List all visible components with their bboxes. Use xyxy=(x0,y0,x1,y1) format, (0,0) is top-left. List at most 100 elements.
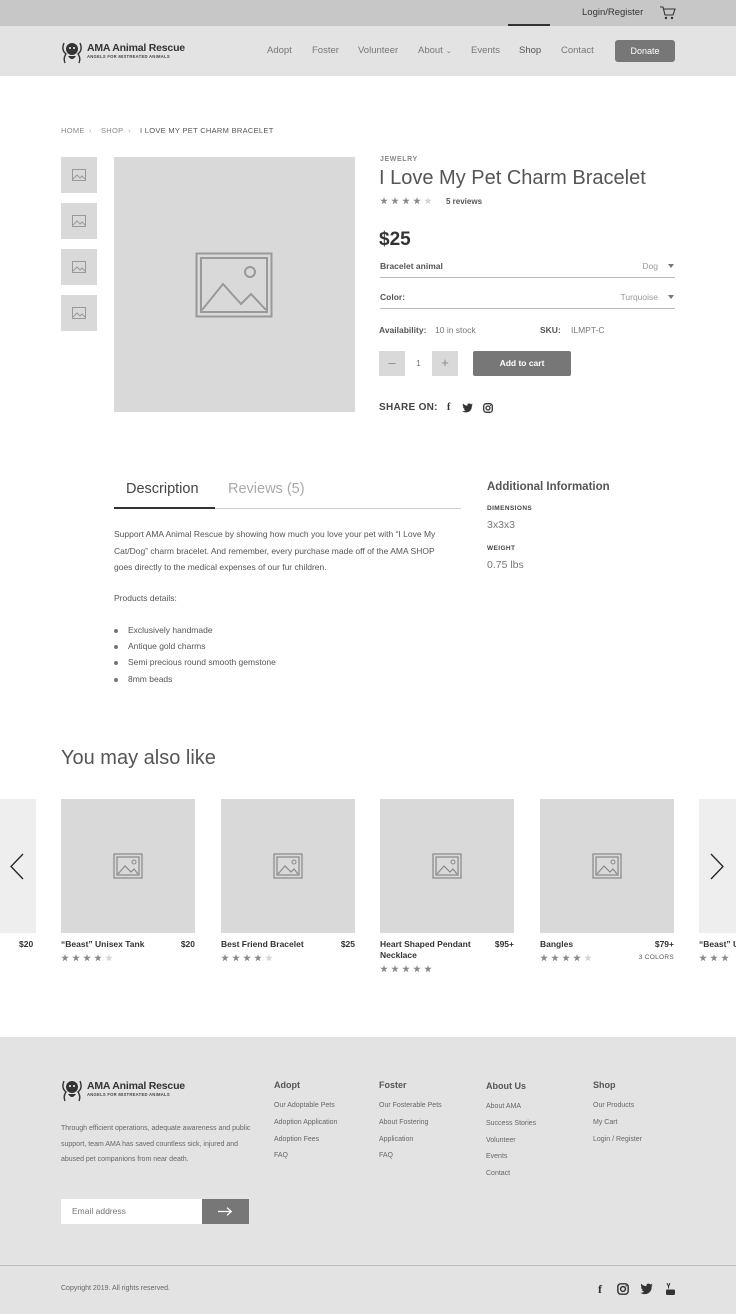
footer-link[interactable]: Our Fosterable Pets xyxy=(379,1102,442,1109)
subscribe-button[interactable] xyxy=(202,1199,249,1224)
minus-icon[interactable]: – xyxy=(379,351,405,376)
product-title: I Love My Pet Charm Bracelet xyxy=(379,167,646,189)
availability-label: Availability: xyxy=(379,325,427,335)
footer-column-heading: Adopt xyxy=(274,1080,300,1090)
instagram-icon[interactable] xyxy=(617,1283,629,1295)
email-field[interactable] xyxy=(61,1199,203,1224)
nav-shop[interactable]: Shop xyxy=(519,45,541,56)
reviews-link[interactable]: 5 reviews xyxy=(446,197,482,206)
brand-name: AMA Animal Rescue xyxy=(87,1079,185,1092)
breadcrumb-home[interactable]: HOME xyxy=(61,126,85,135)
product-thumbnail[interactable] xyxy=(61,203,97,239)
footer-link[interactable]: Volunteer xyxy=(486,1137,516,1144)
related-product-image[interactable] xyxy=(380,799,514,933)
tab-active-indicator xyxy=(114,507,215,509)
list-item: Antique gold charms xyxy=(114,641,206,651)
weight-value: 0.75 lbs xyxy=(487,559,524,571)
footer-link[interactable]: Success Stories xyxy=(486,1120,536,1127)
image-placeholder-icon xyxy=(72,215,86,227)
product-main-image[interactable] xyxy=(114,157,355,412)
star-icon xyxy=(232,954,240,962)
footer-link[interactable]: My Cart xyxy=(593,1119,618,1126)
footer-link[interactable]: Our Adoptable Pets xyxy=(274,1102,335,1109)
product-thumbnail[interactable] xyxy=(61,295,97,331)
star-icon xyxy=(72,954,80,962)
brand-logo[interactable]: AMA Animal Rescue ANGELS FOR MISTREATED … xyxy=(61,38,185,64)
footer-link[interactable]: Adoption Fees xyxy=(274,1136,319,1143)
nav-events[interactable]: Events xyxy=(471,45,500,56)
list-item-text: Antique gold charms xyxy=(128,641,206,651)
star-icon xyxy=(402,197,410,205)
product-price: $95+ xyxy=(494,939,514,949)
footer-link[interactable]: Events xyxy=(486,1153,507,1160)
star-icon xyxy=(254,954,262,962)
caret-down-icon xyxy=(668,295,674,299)
nav-about[interactable]: About ⌄ xyxy=(418,45,452,56)
footer-link[interactable]: FAQ xyxy=(274,1152,288,1159)
nav-foster[interactable]: Foster xyxy=(312,45,339,56)
top-bar: Login/Register xyxy=(0,0,736,26)
bracelet-animal-select[interactable]: Bracelet animal Dog xyxy=(380,258,675,278)
breadcrumb-shop[interactable]: SHOP xyxy=(101,126,123,135)
add-to-cart-button[interactable]: Add to cart xyxy=(473,351,571,376)
nav-volunteer[interactable]: Volunteer xyxy=(358,45,398,56)
product-name: “Beast” U xyxy=(699,939,736,949)
nav-contact[interactable]: Contact xyxy=(561,45,594,56)
footer-link[interactable]: Our Products xyxy=(593,1102,634,1109)
product-thumbnail[interactable] xyxy=(61,249,97,285)
footer-brand-logo[interactable]: AMA Animal Rescue ANGELS FOR MISTREATED … xyxy=(61,1076,185,1102)
select-label: Color: xyxy=(380,292,406,302)
instagram-icon[interactable] xyxy=(483,403,493,413)
related-product-image[interactable] xyxy=(540,799,674,933)
footer-column-heading: Shop xyxy=(593,1080,616,1090)
color-count: 3 COLORS xyxy=(638,954,674,961)
quantity-input[interactable]: 1 xyxy=(405,351,432,376)
footer-link[interactable]: Application xyxy=(379,1136,413,1143)
related-product-image[interactable] xyxy=(221,799,355,933)
arrow-right-icon xyxy=(218,1207,233,1216)
bullet-icon xyxy=(114,645,118,649)
donate-button[interactable]: Donate xyxy=(615,40,675,62)
footer-link[interactable]: Login / Register xyxy=(593,1136,642,1143)
product-thumbnail[interactable] xyxy=(61,157,97,193)
nav-active-indicator xyxy=(508,24,550,26)
footer-link[interactable]: Contact xyxy=(486,1170,510,1177)
bullet-icon xyxy=(114,661,118,665)
star-icon xyxy=(413,197,421,205)
star-icon xyxy=(61,954,69,962)
product-price: $20 xyxy=(19,939,34,949)
nav-adopt[interactable]: Adopt xyxy=(267,45,292,56)
chevron-right-icon[interactable] xyxy=(709,853,725,880)
related-heading: You may also like xyxy=(61,747,216,769)
footer-link[interactable]: FAQ xyxy=(379,1152,393,1159)
footer-link[interactable]: About Fostering xyxy=(379,1119,428,1126)
star-icon xyxy=(424,965,432,973)
youtube-icon[interactable] xyxy=(666,1283,675,1295)
star-icon xyxy=(105,954,113,962)
sku-value: ILMPT-C xyxy=(571,325,605,335)
tab-description[interactable]: Description xyxy=(126,481,199,497)
login-register-link[interactable]: Login/Register xyxy=(582,7,643,18)
tab-reviews[interactable]: Reviews (5) xyxy=(228,481,305,497)
related-product-image[interactable] xyxy=(61,799,195,933)
chevron-down-icon: ⌄ xyxy=(445,48,452,55)
footer-link[interactable]: Adoption Application xyxy=(274,1119,337,1126)
star-icon xyxy=(391,965,399,973)
star-icon xyxy=(243,954,251,962)
list-item: Semi precious round smooth gemstone xyxy=(114,657,276,667)
footer-link[interactable]: About AMA xyxy=(486,1103,521,1110)
weight-label: WEIGHT xyxy=(487,545,516,552)
cart-icon[interactable] xyxy=(660,6,676,20)
angel-dog-logo-icon xyxy=(62,1080,82,1102)
twitter-icon[interactable] xyxy=(462,403,473,413)
footer-column-heading: Foster xyxy=(379,1080,407,1090)
color-select[interactable]: Color: Turquoise xyxy=(380,289,675,309)
plus-icon[interactable]: + xyxy=(432,351,458,376)
chevron-left-icon[interactable] xyxy=(9,853,25,880)
product-category: JEWELRY xyxy=(380,156,418,163)
breadcrumb-separator-icon: › xyxy=(89,126,92,135)
star-icon xyxy=(413,965,421,973)
facebook-icon[interactable]: f xyxy=(447,402,450,413)
facebook-icon[interactable]: f xyxy=(598,1282,602,1297)
twitter-icon[interactable] xyxy=(640,1283,653,1295)
